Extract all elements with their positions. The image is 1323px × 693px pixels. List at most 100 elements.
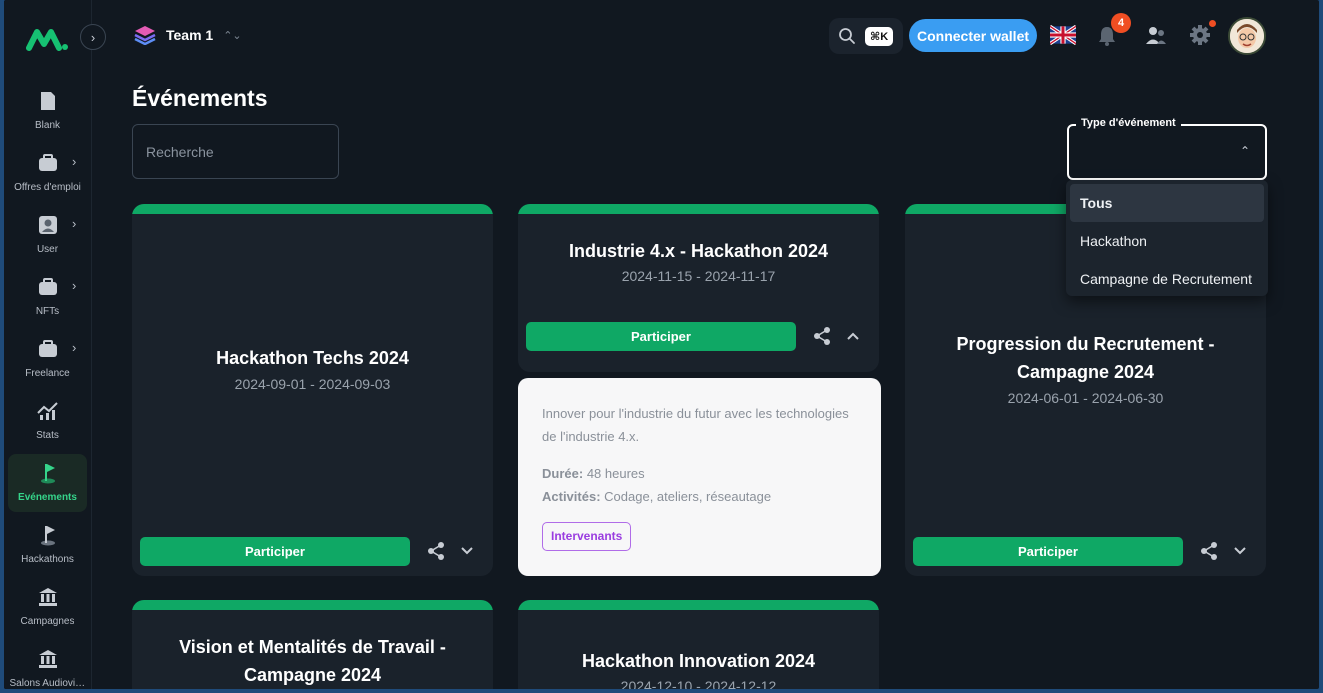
event-type-select[interactable]	[1067, 124, 1267, 180]
share-icon[interactable]	[812, 326, 832, 346]
duration-label: Durée:	[542, 466, 584, 481]
event-card: Industrie 4.x - Hackathon 2024 2024-11-1…	[518, 204, 879, 372]
event-card: Vision et Mentalités de Travail - Campag…	[132, 600, 493, 689]
notification-badge: 4	[1111, 13, 1131, 33]
card-accent-bar	[132, 600, 493, 610]
event-title: Vision et Mentalités de Travail - Campag…	[179, 637, 446, 685]
event-title: Hackathon Techs 2024	[216, 348, 409, 368]
connect-wallet-button[interactable]: Connecter wallet	[909, 19, 1037, 52]
option-recruitment-campaign[interactable]: Campagne de Recrutement	[1070, 260, 1264, 298]
event-type-label: Type d'événement	[1076, 117, 1181, 129]
chevron-down-icon[interactable]	[460, 546, 474, 556]
sidebar-item-label: Evénements	[18, 492, 77, 503]
card-actions: Participer	[913, 536, 1258, 566]
sidebar-item-label: Freelance	[25, 368, 70, 379]
sidebar-item-label: Campagnes	[20, 616, 75, 627]
chevron-down-icon[interactable]	[1233, 546, 1247, 556]
option-hackathon[interactable]: Hackathon	[1070, 222, 1264, 260]
event-activities: Activités: Codage, ateliers, réseautage	[542, 485, 857, 508]
chevron-right-icon: ›	[72, 340, 77, 355]
search-icon	[839, 28, 855, 44]
sidebar-item-freelance[interactable]: › Freelance	[8, 330, 87, 388]
avatar-face-icon	[1230, 19, 1264, 53]
event-dates: 2024-09-01 - 2024-09-03	[234, 376, 391, 392]
sidebar-item-label: Stats	[36, 430, 59, 441]
briefcase-icon	[37, 276, 59, 298]
sidebar-expand-button[interactable]: ›	[80, 24, 106, 50]
settings-alert-dot	[1209, 20, 1216, 27]
global-search-button[interactable]: ⌘K	[829, 18, 903, 54]
file-icon	[37, 90, 59, 112]
duration-value: 48 heures	[586, 466, 645, 481]
share-icon[interactable]	[1199, 541, 1219, 561]
sidebar-item-label: Hackathons	[21, 554, 74, 565]
event-type-dropdown: Tous Hackathon Campagne de Recrutement	[1066, 180, 1268, 296]
card-actions: Participer	[526, 321, 871, 351]
sidebar-item-stats[interactable]: Stats	[8, 392, 87, 450]
people-icon[interactable]	[1144, 25, 1168, 47]
team-switcher[interactable]: Team 1 ⌃⌄	[134, 25, 242, 45]
participate-button[interactable]: Participer	[526, 321, 796, 351]
avatar[interactable]	[1228, 17, 1266, 55]
event-duration: Durée: 48 heures	[542, 462, 857, 485]
card-accent-bar	[132, 204, 493, 214]
event-dates: 2024-12-10 - 2024-12-12	[620, 678, 777, 689]
event-details-panel: Innover pour l'industrie du futur avec l…	[518, 378, 881, 576]
briefcase-icon	[37, 152, 59, 174]
app-frame: Blank › Offres d'emploi › User › NFTs › …	[4, 0, 1319, 689]
bank-icon	[37, 648, 59, 670]
sidebar-item-label: Blank	[34, 120, 60, 131]
uk-flag-icon[interactable]	[1050, 25, 1076, 45]
sidebar-item-evenements[interactable]: Evénements	[8, 454, 87, 512]
sidebar-item-label: Offres d'emploi	[14, 182, 81, 193]
event-title: Progression du Recrutement - Campagne 20…	[956, 334, 1215, 382]
sidebar-item-user[interactable]: › User	[8, 206, 87, 264]
bank-icon	[37, 586, 59, 608]
card-accent-bar	[518, 204, 879, 214]
sidebar-item-offres[interactable]: › Offres d'emploi	[8, 144, 87, 202]
sidebar-item-hackathons[interactable]: Hackathons	[8, 516, 87, 574]
sidebar-item-nfts[interactable]: › NFTs	[8, 268, 87, 326]
event-card: Hackathon Innovation 2024 2024-12-10 - 2…	[518, 600, 879, 689]
activities-label: Activités:	[542, 489, 601, 504]
event-description: Innover pour l'industrie du futur avec l…	[542, 406, 849, 444]
option-all[interactable]: Tous	[1070, 184, 1264, 222]
chevron-updown-icon: ⌃⌄	[223, 29, 242, 42]
gear-icon[interactable]	[1189, 24, 1211, 46]
chart-icon	[36, 400, 59, 422]
page-title: Événements	[132, 85, 268, 111]
flag-icon	[37, 524, 59, 546]
chevron-right-icon: ›	[72, 154, 77, 169]
share-icon[interactable]	[426, 541, 446, 561]
app-logo[interactable]	[26, 24, 70, 54]
chevron-right-icon: ›	[72, 278, 77, 293]
sidebar-item-salons[interactable]: Salons Audiovisuels	[8, 640, 87, 689]
event-title: Industrie 4.x - Hackathon 2024	[568, 241, 829, 261]
event-dates: 2024-06-01 - 2024-06-30	[1007, 390, 1164, 406]
event-card: Hackathon Techs 2024 2024-09-01 - 2024-0…	[132, 204, 493, 576]
chevron-right-icon: ›	[72, 216, 77, 231]
shortcut-badge: ⌘K	[865, 26, 894, 46]
sidebar-item-blank[interactable]: Blank	[8, 82, 87, 140]
speakers-button[interactable]: Intervenants	[542, 522, 632, 551]
team-name: Team 1	[166, 27, 214, 43]
chevron-up-icon[interactable]	[846, 331, 860, 341]
search-input[interactable]	[132, 124, 339, 179]
sidebar-item-label: Salons Audiovisuels	[9, 678, 86, 689]
briefcase-icon	[37, 338, 59, 360]
event-title: Hackathon Innovation 2024	[581, 651, 816, 671]
activities-value: Codage, ateliers, réseautage	[604, 489, 772, 504]
sidebar-item-label: NFTs	[35, 306, 60, 317]
flag-icon	[37, 462, 59, 484]
participate-button[interactable]: Participer	[140, 536, 410, 566]
team-logo-icon	[134, 26, 156, 45]
card-accent-bar	[518, 600, 879, 610]
sidebar-item-campagnes[interactable]: Campagnes	[8, 578, 87, 636]
chevron-up-icon: ⌃	[1240, 144, 1251, 158]
sidebar: Blank › Offres d'emploi › User › NFTs › …	[4, 0, 92, 689]
sidebar-item-label: User	[36, 244, 59, 255]
event-dates: 2024-11-15 - 2024-11-17	[621, 268, 776, 284]
user-icon	[37, 214, 59, 236]
participate-button[interactable]: Participer	[913, 536, 1183, 566]
card-actions: Participer	[140, 536, 485, 566]
